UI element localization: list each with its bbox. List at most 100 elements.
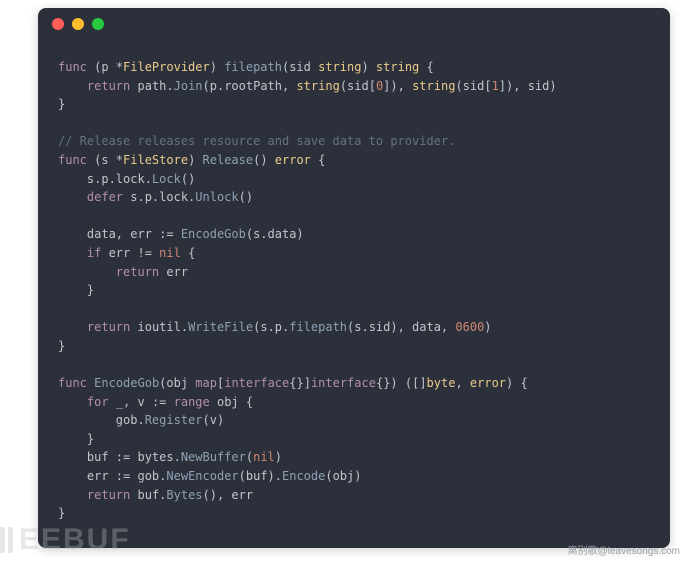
keyword-return: return [87, 79, 130, 93]
text: (obj [159, 376, 195, 390]
text: ) [188, 153, 202, 167]
text: (s.p. [253, 320, 289, 334]
keyword-func: func [58, 376, 87, 390]
code-block: func (p *FileProvider) filepath(sid stri… [38, 40, 670, 543]
window-titlebar [38, 8, 670, 40]
brace: } [87, 283, 94, 297]
text: ) [275, 450, 282, 464]
text: (s.data) [246, 227, 304, 241]
text: path. [130, 79, 173, 93]
text: data, err := [87, 227, 181, 241]
type-error: error [275, 153, 311, 167]
close-icon[interactable] [52, 18, 64, 30]
keyword-return: return [116, 265, 159, 279]
text: (buf). [239, 469, 282, 483]
keyword-return: return [87, 320, 130, 334]
indent [58, 432, 87, 446]
code-window: func (p *FileProvider) filepath(sid stri… [38, 8, 670, 548]
brace: } [58, 97, 65, 111]
comment: // Release releases resource and save da… [58, 134, 455, 148]
func-newencoder: NewEncoder [166, 469, 238, 483]
type-string: string [318, 60, 361, 74]
brace: } [87, 432, 94, 446]
keyword-interface: interface [224, 376, 289, 390]
brace: } [58, 506, 65, 520]
indent [58, 450, 87, 464]
brace: ) { [506, 376, 528, 390]
logo-bars-icon [0, 527, 13, 553]
watermark-attribution: 离别歌@leavesongs.com [568, 542, 680, 557]
indent [58, 246, 87, 260]
watermark-left-text: EEBUF [19, 523, 131, 557]
text: ]), [383, 79, 412, 93]
text: ) [210, 60, 224, 74]
indent [58, 172, 87, 186]
text: (sid[ [455, 79, 491, 93]
brace: { [181, 246, 195, 260]
keyword-interface: interface [311, 376, 376, 390]
indent [58, 283, 87, 297]
func-filepath: filepath [289, 320, 347, 334]
maximize-icon[interactable] [92, 18, 104, 30]
func-newbuffer: NewBuffer [181, 450, 246, 464]
func-encodegob: EncodeGob [181, 227, 246, 241]
text: () [239, 190, 253, 204]
text: (p.rootPath, [203, 79, 297, 93]
minimize-icon[interactable] [72, 18, 84, 30]
func-name: filepath [224, 60, 282, 74]
func-join: Join [174, 79, 203, 93]
func-lock: Lock [152, 172, 181, 186]
text: ) [484, 320, 491, 334]
text: s.p.lock. [87, 172, 152, 186]
text: (obj) [325, 469, 361, 483]
number-0600: 0600 [455, 320, 484, 334]
text: ioutil. [130, 320, 188, 334]
keyword-func: func [58, 60, 87, 74]
indent [58, 190, 87, 204]
text: () [253, 153, 275, 167]
indent [58, 265, 116, 279]
text: (p * [87, 60, 123, 74]
type-name: FileStore [123, 153, 188, 167]
number-1: 1 [492, 79, 499, 93]
text: err [159, 265, 188, 279]
text: {}) ([] [376, 376, 427, 390]
brace: { [419, 60, 433, 74]
text: _, v := [109, 395, 174, 409]
keyword-defer: defer [87, 190, 123, 204]
func-writefile: WriteFile [188, 320, 253, 334]
indent [58, 320, 87, 334]
type-error: error [470, 376, 506, 390]
keyword-for: for [87, 395, 109, 409]
text: (s.sid), data, [347, 320, 455, 334]
nil: nil [159, 246, 181, 260]
type-string: string [296, 79, 339, 93]
text: , [455, 376, 469, 390]
text: s.p.lock. [123, 190, 195, 204]
text: (), err [203, 488, 254, 502]
text: err != [101, 246, 159, 260]
text: buf := bytes. [87, 450, 181, 464]
indent [58, 395, 87, 409]
keyword-func: func [58, 153, 87, 167]
indent [58, 227, 87, 241]
func-register: Register [145, 413, 203, 427]
text: {}] [289, 376, 311, 390]
func-bytes: Bytes [166, 488, 202, 502]
indent [58, 488, 87, 502]
brace: { [311, 153, 325, 167]
keyword-if: if [87, 246, 101, 260]
indent [58, 469, 87, 483]
text: obj { [210, 395, 253, 409]
watermark-logo: EEBUF [0, 523, 131, 557]
nil: nil [253, 450, 275, 464]
text: ]), sid) [499, 79, 557, 93]
text: (sid[ [340, 79, 376, 93]
type-string: string [412, 79, 455, 93]
text: gob. [116, 413, 145, 427]
indent [58, 79, 87, 93]
text: (s * [87, 153, 123, 167]
text: (sid [282, 60, 318, 74]
func-encode: Encode [282, 469, 325, 483]
text: ( [246, 450, 253, 464]
